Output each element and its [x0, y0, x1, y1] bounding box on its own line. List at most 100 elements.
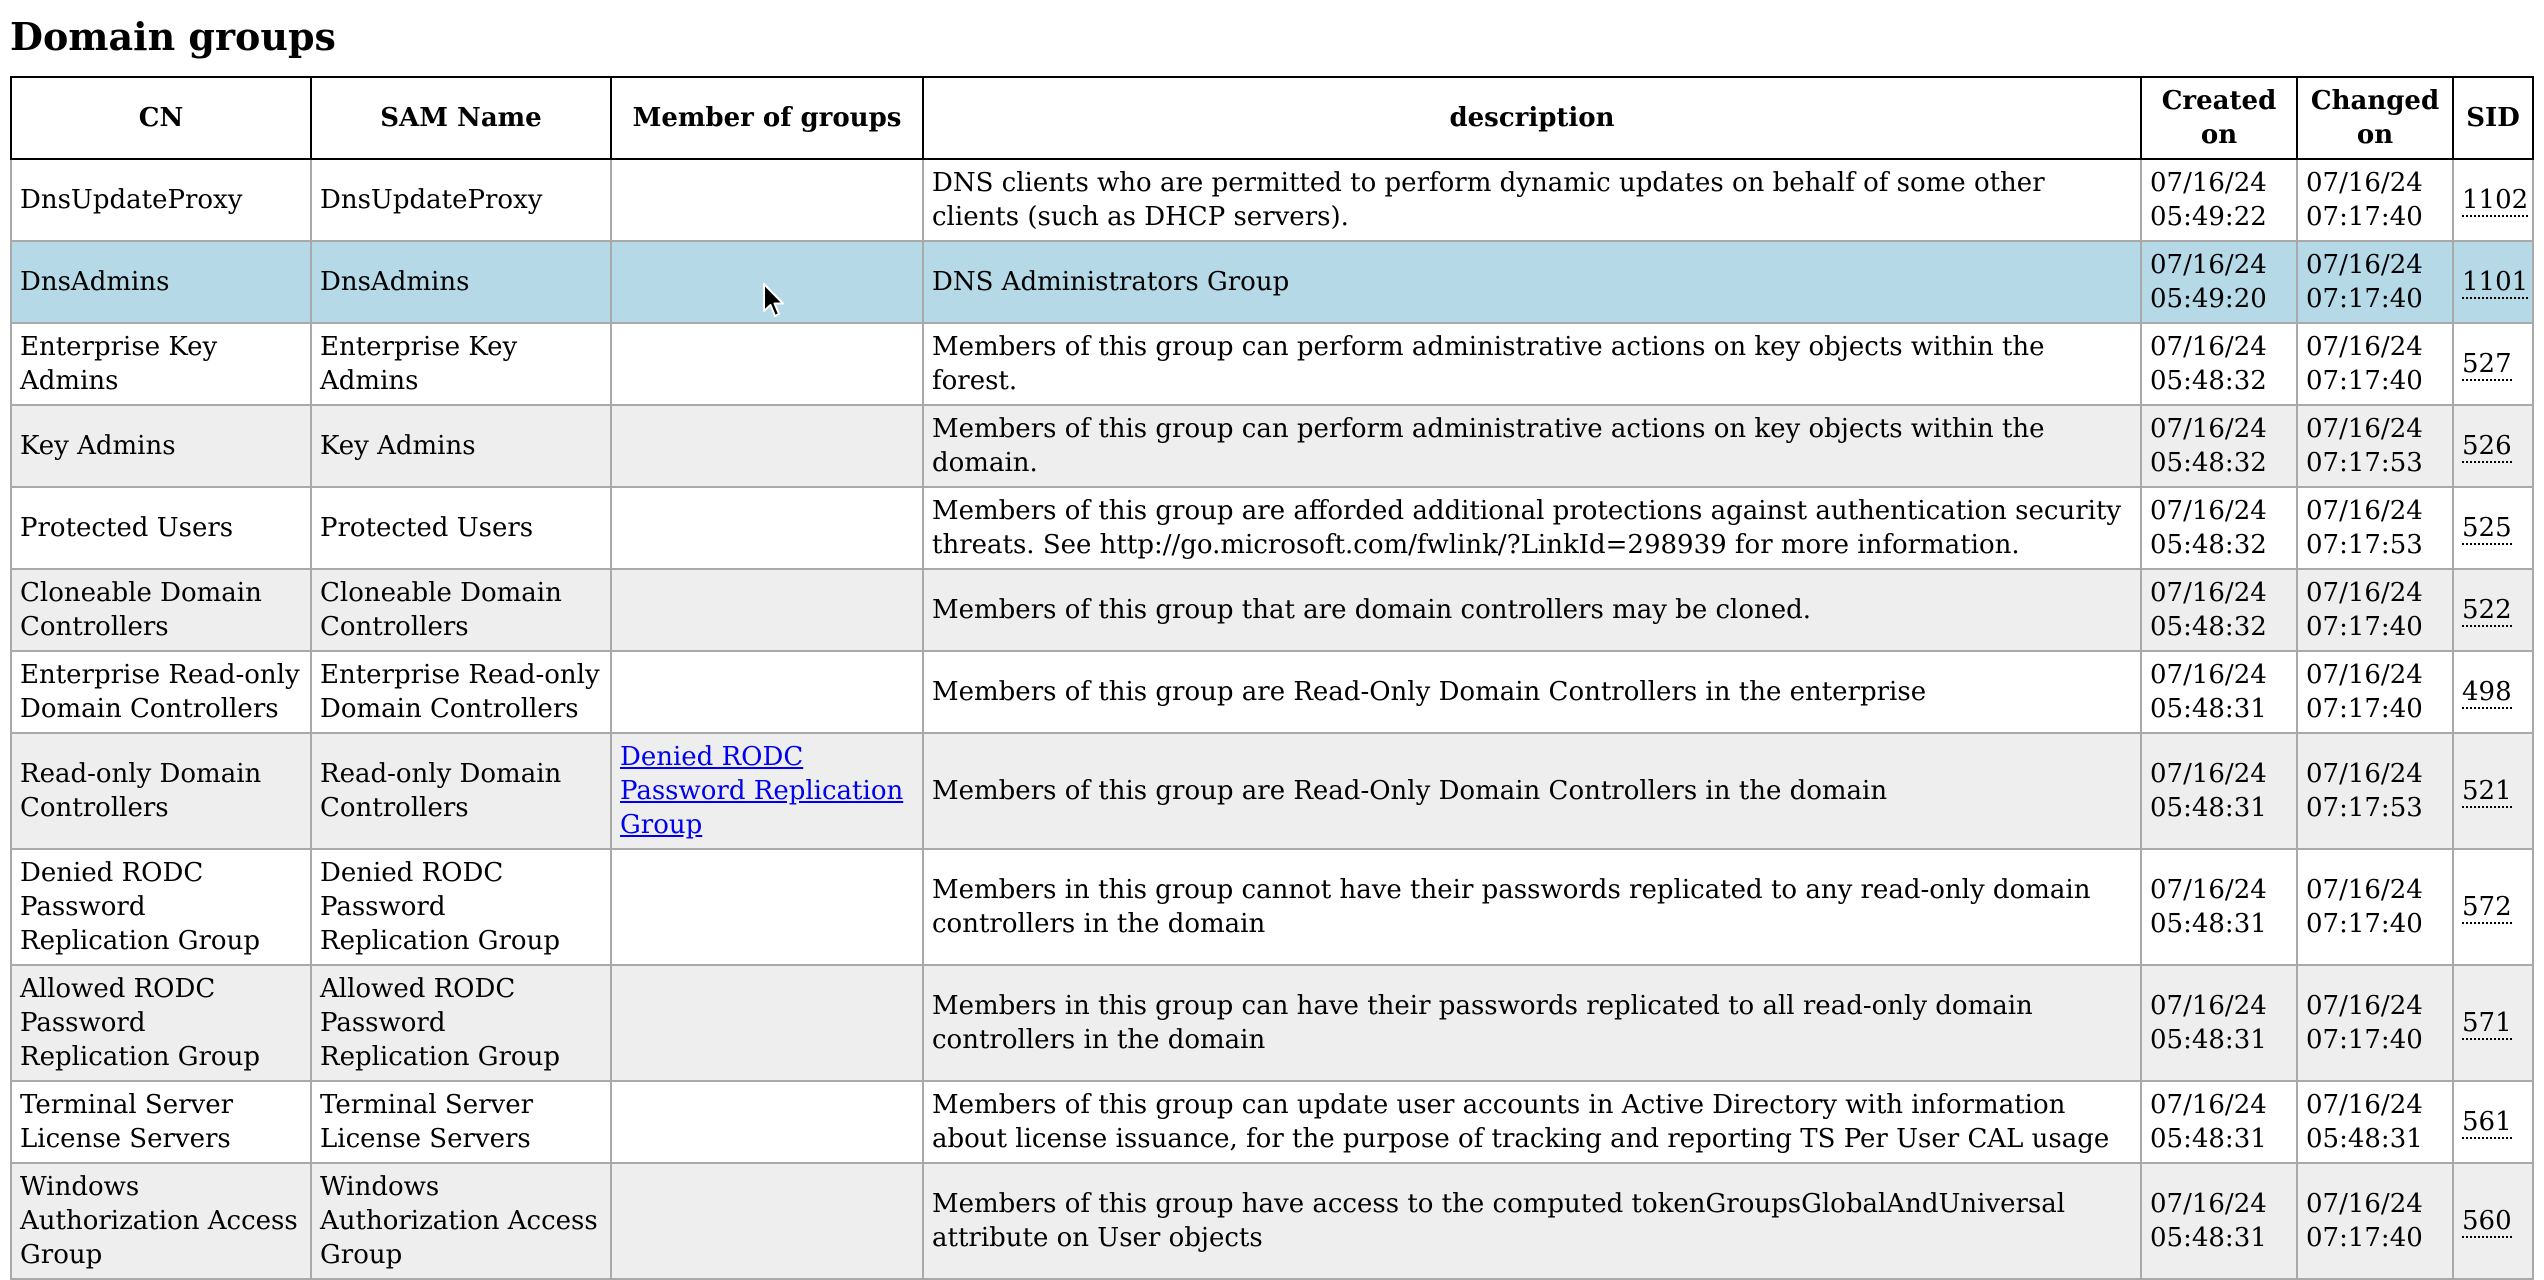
cell-sid: 572: [2452, 848, 2534, 966]
cell-sid: 1101: [2452, 240, 2534, 324]
cell-sid: 561: [2452, 1080, 2534, 1164]
column-header-cn[interactable]: CN: [10, 76, 312, 160]
cell-cn: Protected Users: [10, 486, 312, 570]
cell-sid: 560: [2452, 1162, 2534, 1280]
cell-cn: Allowed RODC Password Replication Group: [10, 964, 312, 1082]
table-row[interactable]: DnsAdmins DnsAdmins DNS Administrators Gro…: [10, 240, 2534, 324]
cell-sam-name: Allowed RODC Password Replication Group: [310, 964, 612, 1082]
cell-created: 07/16/24 05:48:32: [2140, 404, 2298, 488]
cell-member-of: [610, 1162, 924, 1280]
cell-created: 07/16/24 05:48:31: [2140, 964, 2298, 1082]
cell-created: 07/16/24 05:49:20: [2140, 240, 2298, 324]
table-row[interactable]: Cloneable Domain Controllers Cloneable Do…: [10, 568, 2534, 652]
column-header-created[interactable]: Created on: [2140, 76, 2298, 160]
table-row[interactable]: Allowed RODC Password Replication Group A…: [10, 964, 2534, 1082]
cell-description: Members of this group have access to the…: [922, 1162, 2142, 1280]
cell-sam-name: Windows Authorization Access Group: [310, 1162, 612, 1280]
sid-value[interactable]: 571: [2462, 1008, 2512, 1040]
cell-description: Members of this group can update user ac…: [922, 1080, 2142, 1164]
cell-description: Members of this group are afforded addit…: [922, 486, 2142, 570]
table-row[interactable]: Protected Users Protected Users Members of…: [10, 486, 2534, 570]
cell-sam-name: Key Admins: [310, 404, 612, 488]
cell-description: Members of this group that are domain co…: [922, 568, 2142, 652]
table-row[interactable]: DnsUpdateProxy DnsUpdateProxy DNS clients …: [10, 158, 2534, 242]
cell-description: Members in this group can have their pas…: [922, 964, 2142, 1082]
cell-member-of: [610, 322, 924, 406]
cell-sam-name: Enterprise Read-only Domain Controllers: [310, 650, 612, 734]
domain-groups-table: CN SAM Name Member of groups description…: [10, 76, 2534, 1280]
cell-created: 07/16/24 05:48:31: [2140, 650, 2298, 734]
table-row[interactable]: Enterprise Read-only Domain Controllers E…: [10, 650, 2534, 734]
cell-sid: 1102: [2452, 158, 2534, 242]
sid-value[interactable]: 498: [2462, 677, 2512, 709]
sid-value[interactable]: 526: [2462, 431, 2512, 463]
cell-description: Members of this group are Read-Only Doma…: [922, 650, 2142, 734]
cell-cn: Windows Authorization Access Group: [10, 1162, 312, 1280]
table-row[interactable]: Enterprise Key Admins Enterprise Key Admi…: [10, 322, 2534, 406]
cell-changed: 07/16/24 07:17:40: [2296, 240, 2454, 324]
sid-value[interactable]: 521: [2462, 776, 2512, 808]
cell-sid: 521: [2452, 732, 2534, 850]
cell-member-of: [610, 158, 924, 242]
cell-changed: 07/16/24 07:17:40: [2296, 848, 2454, 966]
column-header-changed[interactable]: Changed on: [2296, 76, 2454, 160]
cell-created: 07/16/24 05:48:32: [2140, 486, 2298, 570]
cell-created: 07/16/24 05:49:22: [2140, 158, 2298, 242]
table-row[interactable]: Read-only Domain Controllers Read-only Do…: [10, 732, 2534, 850]
cell-member-of: [610, 1080, 924, 1164]
member-group-link[interactable]: Denied RODC Password Replication Group: [620, 742, 903, 840]
sid-value[interactable]: 561: [2462, 1107, 2512, 1139]
cell-member-of: [610, 650, 924, 734]
cell-changed: 07/16/24 07:17:40: [2296, 1162, 2454, 1280]
cell-description: DNS clients who are permitted to perform…: [922, 158, 2142, 242]
cell-cn: Read-only Domain Controllers: [10, 732, 312, 850]
cell-sam-name: DnsUpdateProxy: [310, 158, 612, 242]
cell-description: Members in this group cannot have their …: [922, 848, 2142, 966]
cell-description: Members of this group are Read-Only Doma…: [922, 732, 2142, 850]
cell-member-of: [610, 404, 924, 488]
cell-created: 07/16/24 05:48:31: [2140, 1080, 2298, 1164]
sid-value[interactable]: 527: [2462, 349, 2512, 381]
cell-created: 07/16/24 05:48:31: [2140, 848, 2298, 966]
table-row[interactable]: Terminal Server License Servers Terminal …: [10, 1080, 2534, 1164]
sid-value[interactable]: 1101: [2462, 267, 2529, 299]
column-header-description[interactable]: description: [922, 76, 2142, 160]
cell-member-of: Denied RODC Password Replication Group: [610, 732, 924, 850]
cell-cn: Key Admins: [10, 404, 312, 488]
cell-changed: 07/16/24 05:48:31: [2296, 1080, 2454, 1164]
column-header-member-of[interactable]: Member of groups: [610, 76, 924, 160]
cell-sid: 527: [2452, 322, 2534, 406]
cell-member-of: [610, 848, 924, 966]
table-row[interactable]: Key Admins Key Admins Members of this grou…: [10, 404, 2534, 488]
cell-sid: 522: [2452, 568, 2534, 652]
table-row[interactable]: Denied RODC Password Replication Group De…: [10, 848, 2534, 966]
cell-sam-name: Terminal Server License Servers: [310, 1080, 612, 1164]
cell-cn: DnsUpdateProxy: [10, 158, 312, 242]
cell-sam-name: Cloneable Domain Controllers: [310, 568, 612, 652]
column-header-sam-name[interactable]: SAM Name: [310, 76, 612, 160]
cell-sam-name: Read-only Domain Controllers: [310, 732, 612, 850]
sid-value[interactable]: 572: [2462, 892, 2512, 924]
cell-cn: Denied RODC Password Replication Group: [10, 848, 312, 966]
cell-member-of: [610, 964, 924, 1082]
cell-sam-name: Enterprise Key Admins: [310, 322, 612, 406]
column-header-sid[interactable]: SID: [2452, 76, 2534, 160]
sid-value[interactable]: 525: [2462, 513, 2512, 545]
cell-changed: 07/16/24 07:17:40: [2296, 158, 2454, 242]
cell-created: 07/16/24 05:48:31: [2140, 732, 2298, 850]
cell-cn: Cloneable Domain Controllers: [10, 568, 312, 652]
cell-changed: 07/16/24 07:17:40: [2296, 964, 2454, 1082]
cell-sam-name: Denied RODC Password Replication Group: [310, 848, 612, 966]
cell-changed: 07/16/24 07:17:40: [2296, 568, 2454, 652]
sid-value[interactable]: 522: [2462, 595, 2512, 627]
table-row[interactable]: Windows Authorization Access Group Window…: [10, 1162, 2534, 1280]
page: Domain groups CN SAM Name Member of grou…: [0, 0, 2544, 1280]
sid-value[interactable]: 1102: [2462, 185, 2529, 217]
cell-changed: 07/16/24 07:17:40: [2296, 650, 2454, 734]
cell-changed: 07/16/24 07:17:53: [2296, 486, 2454, 570]
cell-description: DNS Administrators Group: [922, 240, 2142, 324]
cell-created: 07/16/24 05:48:32: [2140, 568, 2298, 652]
sid-value[interactable]: 560: [2462, 1206, 2512, 1238]
cell-sid: 571: [2452, 964, 2534, 1082]
cell-sid: 525: [2452, 486, 2534, 570]
